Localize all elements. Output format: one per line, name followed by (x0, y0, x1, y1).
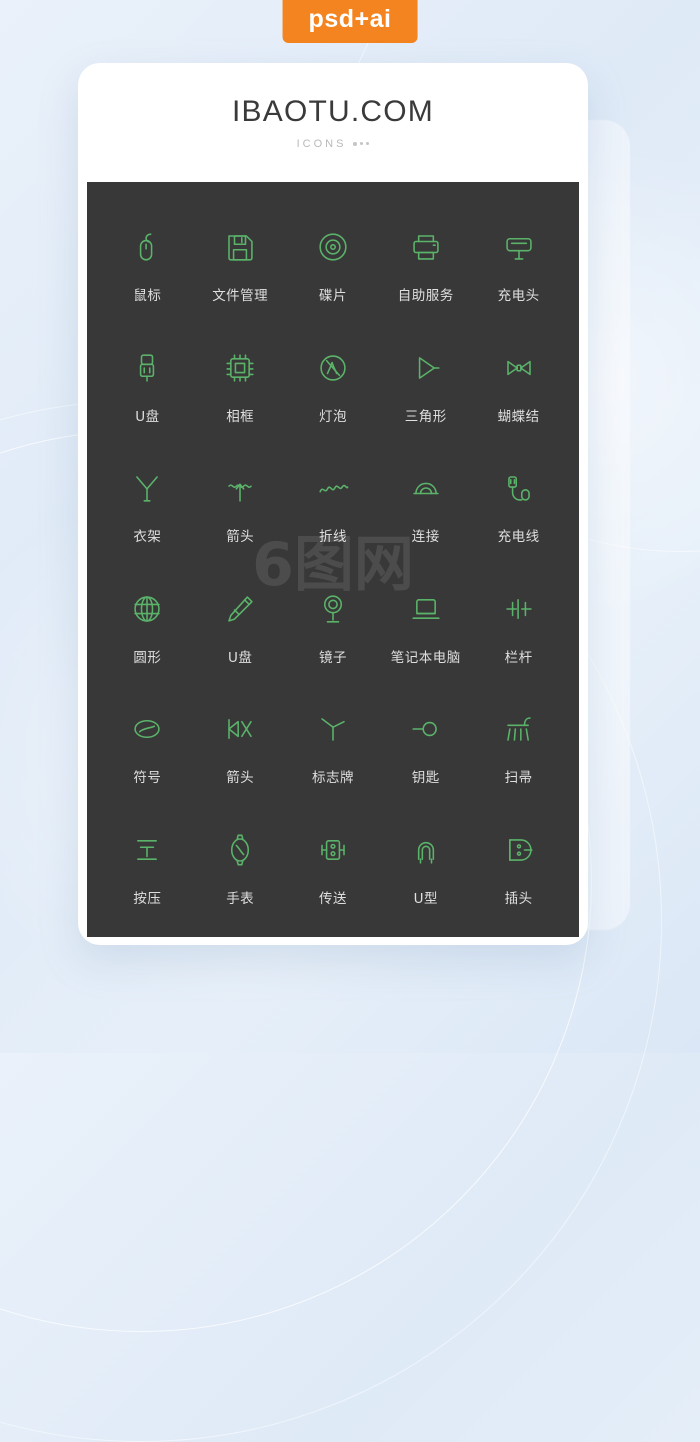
card-subtitle: ICONS (297, 138, 370, 150)
icon-label: 镜子 (318, 649, 347, 666)
icon-label: 相框 (226, 408, 255, 425)
icon-cell[interactable]: 充电线 (472, 445, 565, 566)
icon-grid: 鼠标 文件管理 碟片 自助服务 充电头 U盘 相框 灯泡 三角形 蝴蝶结 衣架 箭头 折线 连接 充电线 圆形… (87, 182, 579, 937)
icon-cell[interactable]: 手表 (194, 807, 287, 928)
file-manager-icon (217, 224, 263, 270)
icon-label: 折线 (318, 529, 347, 546)
icon-label: 标志牌 (311, 770, 354, 787)
signpost-icon (310, 706, 356, 752)
icon-cell[interactable]: 箭头 (194, 445, 287, 566)
icon-label: 鼠标 (133, 288, 162, 305)
symbol-icon (124, 706, 170, 752)
icon-cell[interactable]: U盘 (101, 325, 194, 446)
icon-label: 文件管理 (212, 288, 269, 305)
icon-label: 钥匙 (411, 770, 440, 787)
press-icon (124, 827, 170, 873)
icon-label: 充电线 (497, 529, 540, 546)
icon-label: 传送 (318, 890, 347, 907)
icon-cell[interactable]: 栏杆 (472, 566, 565, 687)
u-shape-icon (403, 827, 449, 873)
icon-cell[interactable]: 连接 (379, 445, 472, 566)
icon-set-card: IBAOTU.COM ICONS 鼠标 文件管理 碟片 自助服务 充电头 U盘 相框 灯泡 三角… (78, 63, 588, 945)
disc-icon (310, 224, 356, 270)
icon-label: 按压 (133, 890, 162, 907)
icon-cell[interactable]: 鼠标 (101, 204, 194, 325)
broom-icon (496, 706, 542, 752)
icon-label: 连接 (411, 529, 440, 546)
arrow-split-icon (217, 706, 263, 752)
icon-label: 蝴蝶结 (497, 408, 540, 425)
laptop-icon (403, 586, 449, 632)
self-service-icon (403, 224, 449, 270)
icon-cell[interactable]: 衣架 (101, 445, 194, 566)
mirror-icon (310, 586, 356, 632)
charging-cable-icon (496, 465, 542, 511)
icon-cell[interactable]: 碟片 (287, 204, 380, 325)
conveyor-icon (310, 827, 356, 873)
icon-label: 圆形 (133, 649, 162, 666)
bow-tie-icon (496, 345, 542, 391)
railing-icon (496, 586, 542, 632)
triangle-icon (403, 345, 449, 391)
icon-cell[interactable]: 钥匙 (379, 686, 472, 807)
icon-label: 充电头 (497, 288, 540, 305)
icon-label: 衣架 (133, 529, 162, 546)
mouse-icon (124, 224, 170, 270)
subtitle-text: ICONS (296, 137, 347, 150)
icon-label: 自助服务 (397, 288, 454, 305)
icon-label: 碟片 (318, 288, 347, 305)
icon-label: U盘 (228, 649, 253, 666)
usb-drive-icon (124, 345, 170, 391)
icon-label: 灯泡 (318, 408, 347, 425)
dots-decoration (353, 141, 370, 146)
icon-cell[interactable]: 三角形 (379, 325, 472, 446)
icon-cell[interactable]: 扫帚 (472, 686, 565, 807)
format-badge: psd+ai (282, 0, 418, 43)
icon-cell[interactable]: 箭头 (194, 686, 287, 807)
icon-cell[interactable]: 折线 (287, 445, 380, 566)
icon-cell[interactable]: 灯泡 (287, 325, 380, 446)
icon-cell[interactable]: U型 (379, 807, 472, 928)
watch-icon (217, 827, 263, 873)
icon-cell[interactable]: 文件管理 (194, 204, 287, 325)
key-icon (403, 706, 449, 752)
polyline-icon (310, 465, 356, 511)
icon-cell[interactable]: U盘 (194, 566, 287, 687)
icon-label: 笔记本电脑 (390, 649, 461, 666)
icon-label: 符号 (133, 770, 162, 787)
hanger-icon (124, 465, 170, 511)
icon-cell[interactable]: 充电头 (472, 204, 565, 325)
icon-label: 插头 (504, 890, 533, 907)
charging-head-icon (496, 224, 542, 270)
icon-label: 箭头 (226, 529, 255, 546)
icon-label: 箭头 (226, 770, 255, 787)
card-header: IBAOTU.COM ICONS (78, 63, 588, 181)
icon-cell[interactable]: 相框 (194, 325, 287, 446)
icon-label: 扫帚 (504, 770, 533, 787)
icon-cell[interactable]: 插头 (472, 807, 565, 928)
plug-icon (496, 827, 542, 873)
connect-icon (403, 465, 449, 511)
icon-cell[interactable]: 按压 (101, 807, 194, 928)
page-title: IBAOTU.COM (231, 94, 434, 128)
icon-cell[interactable]: 镜子 (287, 566, 380, 687)
light-bulb-icon (310, 345, 356, 391)
icon-label: 三角形 (404, 408, 447, 425)
arrow-icon (217, 465, 263, 511)
circle-icon (124, 586, 170, 632)
icon-cell[interactable]: 标志牌 (287, 686, 380, 807)
usb-stick-icon (217, 586, 263, 632)
icon-label: U盘 (135, 408, 160, 425)
icon-cell[interactable]: 蝴蝶结 (472, 325, 565, 446)
icon-label: 栏杆 (504, 649, 533, 666)
icon-cell[interactable]: 符号 (101, 686, 194, 807)
icon-panel: 鼠标 文件管理 碟片 自助服务 充电头 U盘 相框 灯泡 三角形 蝴蝶结 衣架 箭头 折线 连接 充电线 圆形… (87, 182, 579, 937)
photo-frame-icon (217, 345, 263, 391)
icon-cell[interactable]: 传送 (287, 807, 380, 928)
icon-cell[interactable]: 自助服务 (379, 204, 472, 325)
icon-cell[interactable]: 笔记本电脑 (379, 566, 472, 687)
icon-label: U型 (413, 890, 438, 907)
icon-label: 手表 (226, 890, 255, 907)
icon-cell[interactable]: 圆形 (101, 566, 194, 687)
